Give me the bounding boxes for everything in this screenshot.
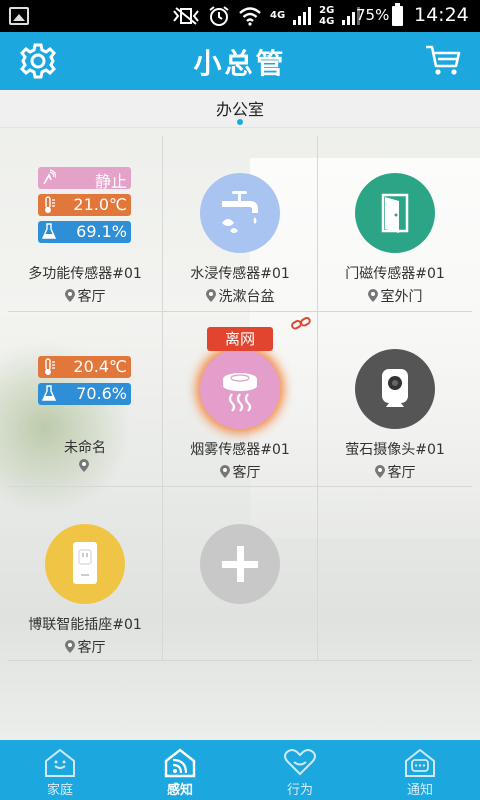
- tab-sensing[interactable]: 感知: [120, 740, 240, 800]
- status-icons: 4G 2G 4G: [172, 4, 361, 28]
- device-tile-camera[interactable]: 萤石摄像头#01 客厅: [318, 312, 472, 487]
- device-name: 未命名: [64, 440, 106, 456]
- smart-plug-icon: [73, 542, 97, 584]
- location-pin-icon: [219, 465, 230, 478]
- device-icon-circle: [200, 349, 280, 429]
- alarm-icon: [209, 6, 229, 26]
- device-name: 烟雾传感器#01: [190, 442, 290, 458]
- device-grid: 静止 21.0℃ 69.1% 多功能传感器#01 客厅 水浸传感器#01 洗漱台…: [8, 136, 472, 661]
- network-type-label: 4G: [270, 10, 286, 21]
- battery-icon: [392, 3, 403, 26]
- device-location: 客厅: [163, 462, 317, 482]
- device-icon-circle: [355, 349, 435, 429]
- device-name: 萤石摄像头#01: [345, 442, 445, 458]
- room-name: 办公室: [215, 100, 264, 119]
- page-title: 小总管: [193, 47, 287, 80]
- device-location: 洗漱台盆: [163, 286, 317, 306]
- location-pin-icon: [64, 289, 75, 302]
- device-name: 水浸传感器#01: [190, 266, 290, 282]
- plus-icon: [222, 546, 258, 582]
- signal-strength-icon: [293, 7, 312, 25]
- battery-percentage: 75%: [356, 6, 390, 24]
- motion-wave-icon: [43, 169, 56, 185]
- device-name: 门磁传感器#01: [345, 266, 445, 282]
- temperature-reading: 21.0℃: [38, 194, 131, 216]
- location-pin-icon: [78, 459, 89, 472]
- app-header: 小总管: [0, 32, 480, 90]
- tab-label: 通知: [406, 783, 433, 798]
- humidity-flask-icon: [42, 223, 56, 239]
- notification-icon: [405, 748, 435, 777]
- door-icon: [381, 193, 409, 233]
- location-pin-icon: [367, 289, 378, 302]
- device-tile-multi-sensor[interactable]: 静止 21.0℃ 69.1% 多功能传感器#01 客厅: [8, 136, 162, 311]
- device-tile-smoke-sensor[interactable]: 离网 烟雾传感器#01 客厅: [163, 312, 317, 487]
- motion-reading: 静止: [38, 167, 131, 191]
- smoke-detector-icon: [223, 373, 257, 412]
- humidity-reading: 70.6%: [38, 383, 131, 405]
- clock: 14:24: [414, 4, 469, 26]
- tab-notifications[interactable]: 通知: [360, 740, 480, 800]
- device-icon-circle: [45, 524, 125, 604]
- location-pin-icon: [374, 465, 385, 478]
- room-selector[interactable]: 办公室: [0, 90, 480, 128]
- device-icon-circle: [355, 173, 435, 253]
- device-panel: 静止 21.0℃ 69.1% 多功能传感器#01 客厅 水浸传感器#01 洗漱台…: [0, 128, 480, 740]
- device-icon-circle: [200, 173, 280, 253]
- tab-label: 感知: [166, 783, 193, 798]
- bottom-tab-bar: 家庭 感知 行为 通知: [0, 740, 480, 800]
- add-device-button[interactable]: [163, 487, 317, 662]
- location-pin-icon: [64, 640, 75, 653]
- device-icon-circle: [200, 524, 280, 604]
- device-name: 博联智能插座#01: [28, 617, 142, 633]
- water-faucet-icon: [222, 191, 258, 233]
- behavior-icon: [284, 749, 316, 776]
- vibrate-mute-icon: [173, 7, 199, 25]
- page-indicator-dot: [237, 119, 243, 125]
- humidity-reading: 69.1%: [38, 221, 131, 243]
- device-tile-door-sensor[interactable]: 门磁传感器#01 室外门: [318, 136, 472, 311]
- sensing-icon: [164, 748, 196, 778]
- offline-status-badge: 离网: [207, 327, 273, 351]
- wifi-icon: [239, 7, 261, 26]
- tab-home[interactable]: 家庭: [0, 740, 120, 800]
- device-location: 客厅: [8, 286, 162, 306]
- device-location: [8, 459, 162, 475]
- tab-label: 家庭: [46, 783, 73, 798]
- device-location: 客厅: [8, 637, 162, 657]
- thermometer-icon: [45, 196, 55, 213]
- shopping-cart-icon[interactable]: [424, 44, 462, 78]
- camera-icon: [382, 369, 408, 407]
- humidity-flask-icon: [42, 385, 56, 401]
- device-location: 客厅: [318, 462, 472, 482]
- device-tile-smart-plug[interactable]: 博联智能插座#01 客厅: [8, 487, 162, 662]
- tab-behavior[interactable]: 行为: [240, 740, 360, 800]
- home-icon: [45, 748, 75, 777]
- device-tile-water-sensor[interactable]: 水浸传感器#01 洗漱台盆: [163, 136, 317, 311]
- status-bar: 4G 2G 4G 75% 14:24: [0, 0, 480, 32]
- device-tile-unnamed[interactable]: 20.4℃ 70.6% 未命名: [8, 312, 162, 487]
- gallery-notification-icon: [9, 7, 29, 25]
- location-pin-icon: [205, 289, 216, 302]
- temperature-reading: 20.4℃: [38, 356, 131, 378]
- network-type-label-2: 2G 4G: [319, 4, 335, 27]
- thermometer-icon: [45, 358, 55, 375]
- broken-link-icon: [291, 317, 311, 330]
- device-location: 室外门: [318, 286, 472, 306]
- tab-label: 行为: [286, 783, 313, 798]
- device-name: 多功能传感器#01: [28, 266, 142, 282]
